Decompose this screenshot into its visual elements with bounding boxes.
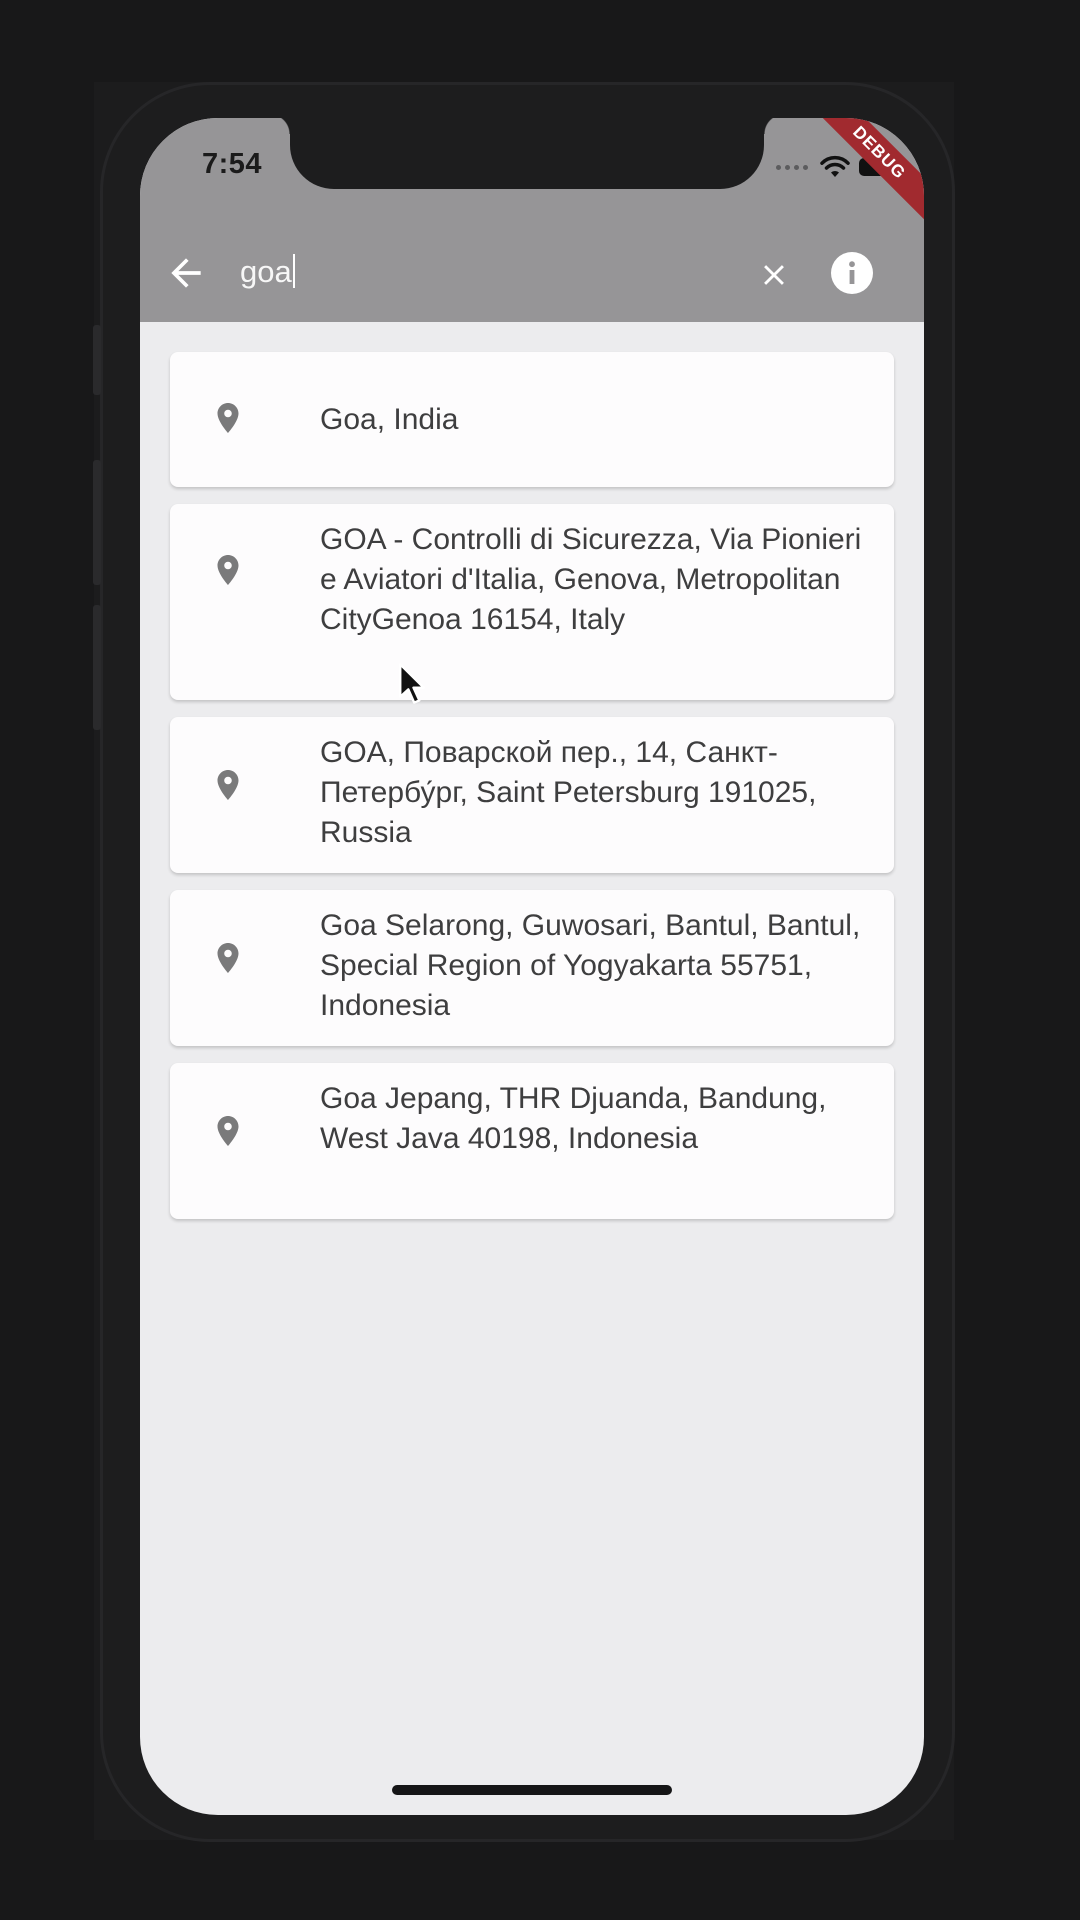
search-input[interactable]: goa xyxy=(240,254,295,290)
result-address: Goa, India xyxy=(320,403,459,436)
mute-switch xyxy=(93,325,101,395)
volume-up-button xyxy=(93,460,101,585)
result-address: GOA - Controlli di Sicurezza, Via Pionie… xyxy=(320,523,862,636)
location-pin-icon xyxy=(217,943,239,973)
result-card[interactable]: Goa Selarong, Guwosari, Bantul, Bantul, … xyxy=(170,890,894,1046)
volume-down-button xyxy=(93,605,101,730)
location-pin-icon xyxy=(217,403,239,433)
close-icon[interactable] xyxy=(757,258,791,292)
wifi-icon xyxy=(820,155,850,177)
search-results-list: Goa, India GOA - Controlli di Sicurezza,… xyxy=(170,352,894,1236)
result-card[interactable]: Goa, India xyxy=(170,352,894,487)
mouse-pointer-icon xyxy=(399,663,425,704)
cellular-signal-icon xyxy=(776,164,808,170)
result-card[interactable]: Goa Jepang, THR Djuanda, Bandung, West J… xyxy=(170,1063,894,1219)
result-card[interactable]: GOA - Controlli di Sicurezza, Via Pionie… xyxy=(170,504,894,700)
phone-screen: 7:54 DEBUG goa Goa, India GOA - Controll… xyxy=(140,118,924,1815)
location-pin-icon xyxy=(217,1116,239,1146)
app-bar: 7:54 DEBUG goa xyxy=(140,118,924,322)
result-address: Goa Selarong, Guwosari, Bantul, Bantul, … xyxy=(320,909,861,1022)
text-caret xyxy=(292,254,295,288)
result-address: Goa Jepang, THR Djuanda, Bandung, West J… xyxy=(320,1082,827,1155)
search-query-text: goa xyxy=(240,254,292,289)
device-notch xyxy=(270,118,784,189)
location-pin-icon xyxy=(217,770,239,800)
location-pin-icon xyxy=(217,555,239,585)
status-time: 7:54 xyxy=(202,148,263,180)
back-arrow-icon[interactable] xyxy=(164,251,208,295)
result-card[interactable]: GOA, Поварской пер., 14, Санкт-Петербу́р… xyxy=(170,717,894,873)
info-icon[interactable] xyxy=(828,249,876,297)
result-address: GOA, Поварской пер., 14, Санкт-Петербу́р… xyxy=(320,736,817,849)
home-indicator[interactable] xyxy=(392,1785,672,1795)
